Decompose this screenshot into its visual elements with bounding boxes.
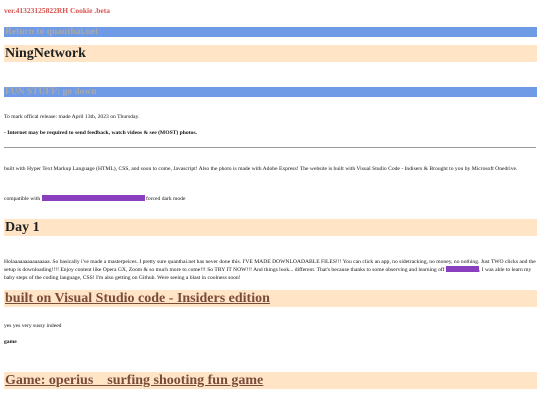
day1-heading: Day 1 [4, 219, 537, 236]
version-label: ver.41323125822RH Cookie .beta [4, 6, 110, 15]
vs-text: yes yes very sussy indeed [4, 323, 62, 329]
compat-suffix: forced dark mode [146, 196, 186, 202]
built-with-text: built with Hyper Text Markup Language (H… [4, 166, 518, 172]
game-heading-link[interactable]: Game: operius _ surfing shooting fun gam… [5, 373, 263, 388]
fun-stuff-heading: FUN STUFF: go down [4, 87, 537, 97]
vs-heading-link[interactable]: built on Visual Studio code - Insiders e… [5, 291, 270, 306]
game-heading: Game: operius _ surfing shooting fun gam… [4, 372, 537, 389]
redacted-highlight [41, 195, 145, 201]
compat-prefix: compatible with [4, 196, 41, 202]
game-label: game [4, 339, 17, 345]
divider [4, 147, 536, 148]
redacted-highlight-small [445, 266, 479, 273]
site-title: NingNetwork [4, 45, 537, 62]
release-note: To mark offical release: made April 13th… [4, 114, 140, 120]
internet-note: - Internet may be required to send feedb… [4, 130, 197, 136]
page: ver.41323125822RH Cookie .beta Return to… [0, 0, 540, 405]
day1-text: Holaaaaaaaaaaaaaaa. So basically i've ma… [4, 259, 536, 282]
return-bar: Return to quanthai.net [4, 27, 537, 37]
vs-heading: built on Visual Studio code - Insiders e… [4, 290, 537, 307]
return-link[interactable]: Return to quanthai.net [5, 27, 98, 37]
compatibility-line: compatible with forced dark mode [4, 195, 536, 203]
